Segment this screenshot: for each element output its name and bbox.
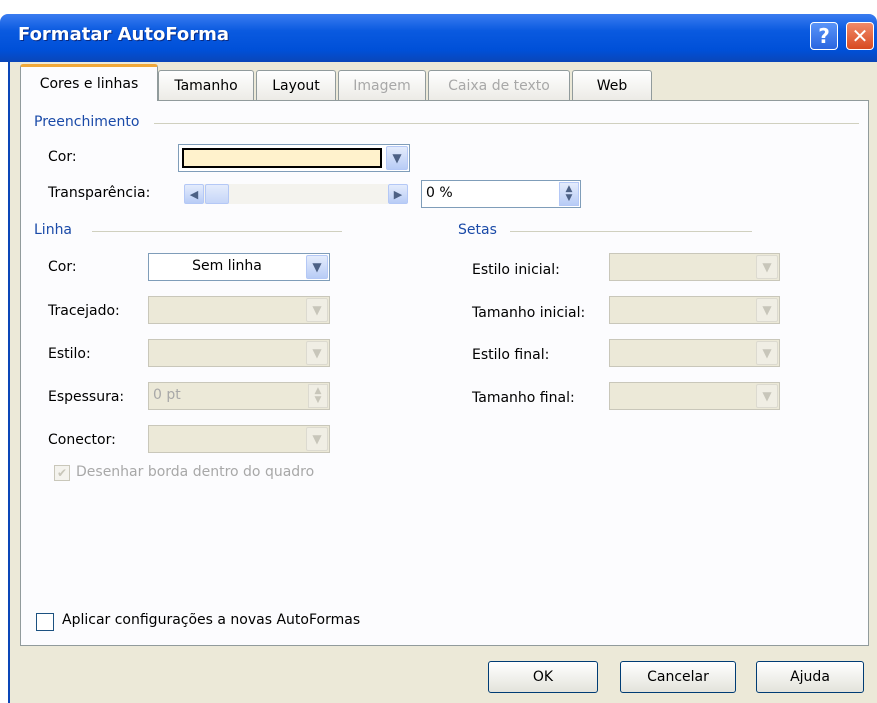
end-style-label: Estilo final:	[472, 347, 550, 363]
scroll-left-icon[interactable]: ◀	[184, 184, 204, 204]
fill-color-dropdown[interactable]: ▼	[178, 144, 410, 172]
close-icon[interactable]: ✕	[846, 22, 874, 50]
transparency-label: Transparência:	[48, 185, 151, 201]
line-section-title: Linha	[34, 222, 73, 238]
connector-label: Conector:	[48, 432, 116, 448]
window-title: Formatar AutoForma	[18, 24, 230, 45]
chevron-down-icon[interactable]: ▼	[306, 255, 328, 279]
spinner-arrows[interactable]: ▲ ▼	[308, 384, 328, 408]
tab-web[interactable]: Web	[572, 70, 652, 100]
weight-label: Espessura:	[48, 389, 125, 405]
arrows-section-title: Setas	[458, 222, 497, 238]
fill-divider	[154, 123, 859, 124]
weight-value: 0 pt	[153, 387, 181, 403]
spinner-arrows[interactable]: ▲ ▼	[559, 182, 579, 206]
tab-layout[interactable]: Layout	[256, 70, 336, 100]
begin-size-dropdown[interactable]: ▼	[609, 296, 780, 324]
chevron-down-icon[interactable]: ▼	[306, 427, 328, 451]
chevron-down-icon[interactable]: ▼	[386, 146, 408, 170]
fill-color-label: Cor:	[48, 149, 77, 165]
ok-button[interactable]: OK	[488, 661, 598, 693]
tab-imagem[interactable]: Imagem	[338, 70, 426, 100]
weight-spinner[interactable]: 0 pt ▲ ▼	[148, 382, 330, 410]
tab-tamanho[interactable]: Tamanho	[158, 70, 254, 100]
help-icon[interactable]: ?	[810, 22, 838, 50]
begin-size-label: Tamanho inicial:	[472, 305, 586, 321]
cancel-button[interactable]: Cancelar	[620, 661, 736, 693]
style-dropdown[interactable]: ▼	[148, 339, 330, 367]
tab-cores-e-linhas[interactable]: Cores e linhas	[20, 64, 158, 101]
begin-style-dropdown[interactable]: ▼	[609, 253, 780, 281]
line-color-dropdown[interactable]: Sem linha ▼	[148, 253, 330, 281]
dash-dropdown[interactable]: ▼	[148, 296, 330, 324]
transparency-spinner[interactable]: 0 % ▲ ▼	[421, 180, 581, 208]
style-label: Estilo:	[48, 346, 91, 362]
apply-label: Aplicar configurações a novas AutoFormas	[62, 612, 361, 628]
apply-checkbox[interactable]	[36, 613, 54, 631]
scroll-right-icon[interactable]: ▶	[388, 184, 408, 204]
end-size-label: Tamanho final:	[472, 390, 575, 406]
begin-style-label: Estilo inicial:	[472, 262, 560, 278]
line-color-label: Cor:	[48, 259, 77, 275]
chevron-down-icon[interactable]: ▼	[306, 341, 328, 365]
tab-caixa-de-texto[interactable]: Caixa de texto	[428, 70, 570, 100]
fill-section-title: Preenchimento	[34, 114, 140, 130]
spin-down-icon[interactable]: ▼	[566, 194, 573, 203]
dash-label: Tracejado:	[48, 303, 120, 319]
draw-border-label: Desenhar borda dentro do quadro	[76, 464, 315, 480]
transparency-value: 0 %	[426, 185, 453, 201]
help-button[interactable]: Ajuda	[756, 661, 864, 693]
chevron-down-icon[interactable]: ▼	[306, 298, 328, 322]
end-size-dropdown[interactable]: ▼	[609, 382, 780, 410]
draw-border-checkbox[interactable]: ✔	[54, 465, 70, 481]
fill-color-swatch	[182, 148, 382, 168]
line-divider	[92, 231, 342, 232]
arrows-divider	[510, 231, 752, 232]
transparency-slider-thumb[interactable]	[205, 184, 229, 204]
chevron-down-icon[interactable]: ▼	[756, 384, 778, 408]
chevron-down-icon[interactable]: ▼	[756, 298, 778, 322]
connector-dropdown[interactable]: ▼	[148, 425, 330, 453]
spin-down-icon[interactable]: ▼	[315, 396, 322, 405]
dialog-window: Formatar AutoForma ? ✕ Cores e linhas Ta…	[0, 0, 877, 703]
transparency-slider-track[interactable]	[204, 184, 388, 204]
line-color-value: Sem linha	[192, 258, 262, 274]
chevron-down-icon[interactable]: ▼	[756, 341, 778, 365]
end-style-dropdown[interactable]: ▼	[609, 339, 780, 367]
chevron-down-icon[interactable]: ▼	[756, 255, 778, 279]
